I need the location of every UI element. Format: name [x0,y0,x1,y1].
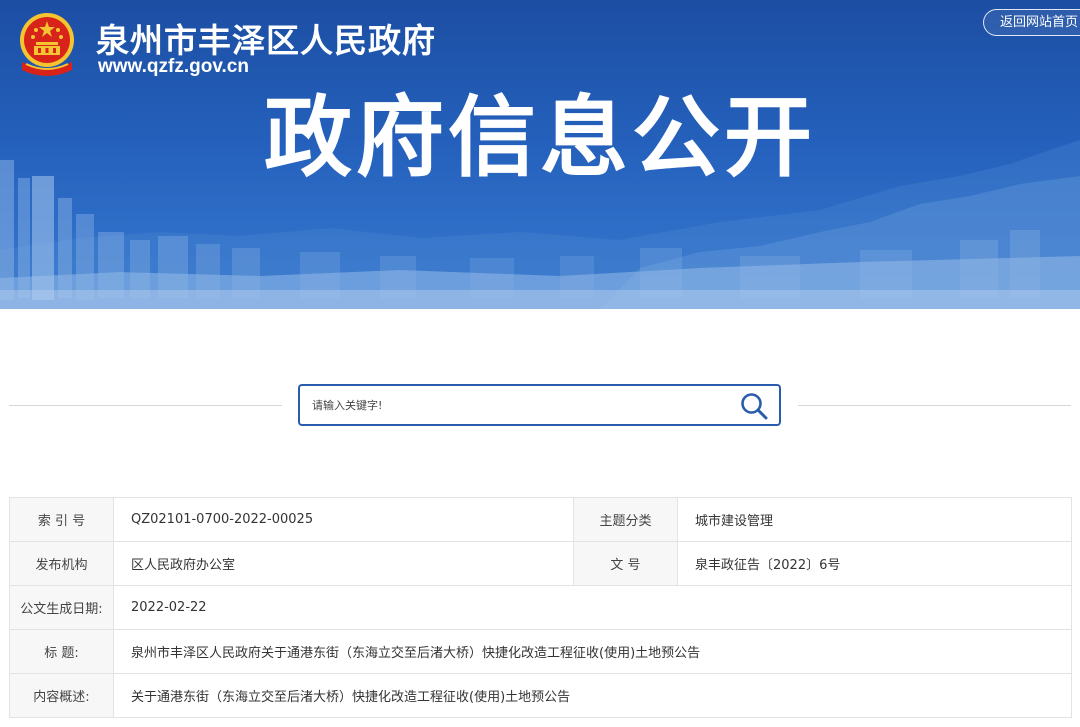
search-icon [741,393,768,420]
search-button[interactable] [739,391,769,421]
table-row: 公文生成日期: 2022-02-22 [9,585,1072,630]
title-value: 泉州市丰泽区人民政府关于通港东街（东海立交至后渚大桥）快捷化改造工程征收(使用)… [113,629,1072,674]
site-name: 泉州市丰泽区人民政府 [96,21,436,60]
divider-left [9,405,282,406]
page-headline: 政府信息公开 [263,86,816,189]
document-info-table: 索 引 号 QZ02101-0700-2022-00025 主题分类 城市建设管… [9,497,1072,718]
org-label: 发布机构 [9,541,114,586]
title-label: 标 题: [9,629,114,674]
search-input[interactable] [312,386,722,424]
back-home-button[interactable]: 返回网站首页 [983,9,1080,36]
table-row: 标 题: 泉州市丰泽区人民政府关于通港东街（东海立交至后渚大桥）快捷化改造工程征… [9,629,1072,674]
topic-value: 城市建设管理 [677,497,1072,542]
divider-right [798,405,1071,406]
docno-label: 文 号 [573,541,678,586]
table-row: 内容概述: 关于通港东街（东海立交至后渚大桥）快捷化改造工程征收(使用)土地预公… [9,673,1072,718]
date-value: 2022-02-22 [113,585,1072,630]
national-emblem-icon [14,10,80,80]
topic-label: 主题分类 [573,497,678,542]
docno-value: 泉丰政征告〔2022〕6号 [677,541,1072,586]
search-box [298,384,781,426]
table-row: 索 引 号 QZ02101-0700-2022-00025 主题分类 城市建设管… [9,497,1072,542]
summary-value: 关于通港东街（东海立交至后渚大桥）快捷化改造工程征收(使用)土地预公告 [113,673,1072,718]
date-label: 公文生成日期: [9,585,114,630]
summary-label: 内容概述: [9,673,114,718]
header-banner: 泉州市丰泽区人民政府 www.qzfz.gov.cn 返回网站首页 政府信息公开 [0,0,1080,309]
org-value: 区人民政府办公室 [113,541,574,586]
table-row: 发布机构 区人民政府办公室 文 号 泉丰政征告〔2022〕6号 [9,541,1072,586]
index-value: QZ02101-0700-2022-00025 [113,497,574,542]
site-url: www.qzfz.gov.cn [98,56,249,77]
index-label: 索 引 号 [9,497,114,542]
